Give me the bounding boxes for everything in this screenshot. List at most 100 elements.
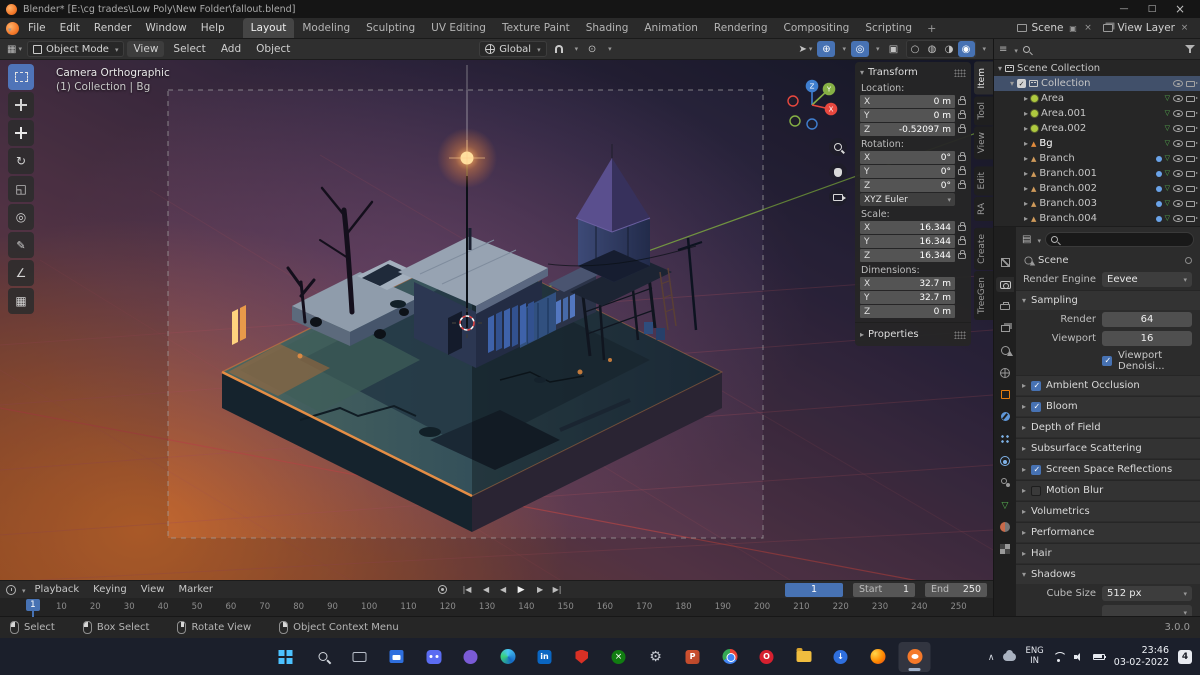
expand-arrow-icon[interactable] <box>1024 198 1028 209</box>
bloom-checkbox[interactable] <box>1031 401 1042 412</box>
ambient-occlusion-checkbox[interactable] <box>1031 380 1042 391</box>
zoom-icon[interactable] <box>829 138 847 156</box>
workspace-tab-uv-editing[interactable]: UV Editing <box>423 18 494 38</box>
start-frame-field[interactable]: Start 1 <box>853 582 916 597</box>
eye-icon[interactable] <box>1173 95 1183 102</box>
3d-viewport[interactable]: Camera Orthographic (1) Collection | Bg <box>0 60 993 580</box>
denoise-checkbox[interactable] <box>1102 356 1112 366</box>
gizmo-y-label[interactable]: Y <box>826 86 832 94</box>
gizmo-z-label[interactable]: Z <box>810 83 815 91</box>
camera-icon[interactable] <box>1186 185 1198 192</box>
tab-treegen[interactable]: TreeGen <box>974 270 993 320</box>
object-tab-icon[interactable] <box>996 387 1014 402</box>
tray-expand-icon[interactable] <box>988 650 995 663</box>
eye-icon[interactable] <box>1173 110 1183 117</box>
menu-keying[interactable]: Keying <box>88 584 132 595</box>
timeline-editor-icon[interactable] <box>6 584 16 595</box>
eye-icon[interactable] <box>1173 80 1183 87</box>
lock-icon[interactable] <box>958 221 966 231</box>
tab-create[interactable]: Create <box>974 227 993 270</box>
edge-icon[interactable] <box>492 642 524 672</box>
tool-tab-icon[interactable] <box>996 255 1014 270</box>
render-samples-field[interactable]: 64 <box>1102 312 1192 327</box>
properties-search-input[interactable] <box>1044 231 1194 247</box>
menu-window[interactable]: Window <box>139 18 192 38</box>
minimize-button[interactable] <box>1110 0 1138 18</box>
material-tab-icon[interactable] <box>996 519 1014 534</box>
pan-hand-icon[interactable] <box>829 163 847 181</box>
outliner-row-collection[interactable]: Collection <box>994 76 1200 91</box>
collapse-arrow-icon[interactable] <box>860 67 864 78</box>
end-frame-field[interactable]: End 250 <box>925 582 988 597</box>
menu-object[interactable]: Object <box>250 41 296 57</box>
snap-settings-dropdown[interactable] <box>571 45 581 53</box>
workspace-tab-modeling[interactable]: Modeling <box>294 18 358 38</box>
object-data-tab-icon[interactable] <box>996 497 1014 512</box>
panel-performance[interactable]: Performance <box>1016 522 1200 542</box>
microsoft-store-icon[interactable] <box>381 642 413 672</box>
blender-taskbar-icon[interactable] <box>898 641 931 672</box>
view-layer-tab-icon[interactable] <box>996 321 1014 336</box>
rotation-x-field[interactable]: X 0° <box>860 151 955 164</box>
blender-menu-icon[interactable] <box>6 21 19 35</box>
snap-toggle magnet-icon[interactable] <box>550 41 568 57</box>
dimensions-z-field[interactable]: Z0 m <box>860 305 955 318</box>
shading-solid-button[interactable]: ◍ <box>924 41 941 57</box>
xbox-icon[interactable] <box>603 642 635 672</box>
unlink-scene-button[interactable] <box>1082 23 1093 34</box>
gizmos-dropdown[interactable] <box>838 45 848 53</box>
camera-icon[interactable] <box>1186 80 1198 87</box>
workspace-tab-scripting[interactable]: Scripting <box>857 18 920 38</box>
workspace-tab-animation[interactable]: Animation <box>636 18 706 38</box>
menu-edit[interactable]: Edit <box>54 18 86 38</box>
scale-x-field[interactable]: X 16.344 <box>860 221 955 234</box>
xray-toggle[interactable]: ▣ <box>885 41 903 57</box>
expand-arrow-icon[interactable] <box>1024 168 1028 179</box>
jump-to-start-button[interactable] <box>459 583 475 597</box>
location-x-field[interactable]: X0 m <box>860 95 955 108</box>
shading-material-button[interactable]: ◑ <box>941 41 958 57</box>
overlays-dropdown[interactable] <box>872 45 882 53</box>
tab-item[interactable]: Item <box>974 62 993 95</box>
scale-z-field[interactable]: Z 16.344 <box>860 249 955 262</box>
outliner-row-object[interactable]: Bg <box>994 136 1200 151</box>
navigation-gizmo[interactable]: Z Y X <box>784 77 840 133</box>
lock-icon[interactable] <box>958 235 966 245</box>
physics-tab-icon[interactable] <box>996 453 1014 468</box>
maximize-button[interactable] <box>1138 0 1166 18</box>
gizmos-toggle[interactable]: ⊕ <box>817 41 836 57</box>
menu-help[interactable]: Help <box>195 18 231 38</box>
camera-icon[interactable] <box>1186 215 1198 222</box>
lock-icon[interactable] <box>958 123 966 133</box>
mode-dropdown[interactable]: Object Mode <box>26 41 125 57</box>
next-keyframe-button[interactable] <box>531 583 547 597</box>
lock-icon[interactable] <box>958 249 966 259</box>
outliner-row-object[interactable]: Branch <box>994 151 1200 166</box>
expand-arrow-icon[interactable] <box>1024 213 1028 224</box>
menu-add[interactable]: Add <box>215 41 247 57</box>
menu-playback[interactable]: Playback <box>30 584 85 595</box>
menu-marker[interactable]: Marker <box>173 584 218 595</box>
texture-tab-icon[interactable] <box>996 541 1014 556</box>
lock-icon[interactable] <box>958 95 966 105</box>
opera-icon[interactable]: O <box>751 642 783 672</box>
outliner-row-object[interactable]: Area <box>994 91 1200 106</box>
menu-view[interactable]: View <box>127 41 165 57</box>
search-icon[interactable] <box>307 642 339 672</box>
outliner-row-object[interactable]: Branch.002 <box>994 181 1200 196</box>
filter-icon[interactable] <box>1185 44 1195 54</box>
notification-badge[interactable]: 4 <box>1178 649 1192 664</box>
menu-render[interactable]: Render <box>88 18 137 38</box>
camera-icon[interactable] <box>1186 95 1198 102</box>
outliner-row-object[interactable]: Area.002 <box>994 121 1200 136</box>
panel-subsurface-scattering[interactable]: Subsurface Scattering <box>1016 438 1200 458</box>
wifi-icon[interactable] <box>1052 651 1067 662</box>
dimensions-x-field[interactable]: X 32.7 m <box>860 277 955 290</box>
camera-icon[interactable] <box>1186 125 1198 132</box>
new-scene-button[interactable] <box>1067 23 1078 34</box>
cascade-size-dropdown[interactable] <box>1102 605 1192 616</box>
transform-tool[interactable] <box>8 204 34 230</box>
select-box-tool[interactable] <box>8 64 34 90</box>
file-explorer-icon[interactable] <box>788 642 820 672</box>
workspace-tab-shading[interactable]: Shading <box>578 18 637 38</box>
